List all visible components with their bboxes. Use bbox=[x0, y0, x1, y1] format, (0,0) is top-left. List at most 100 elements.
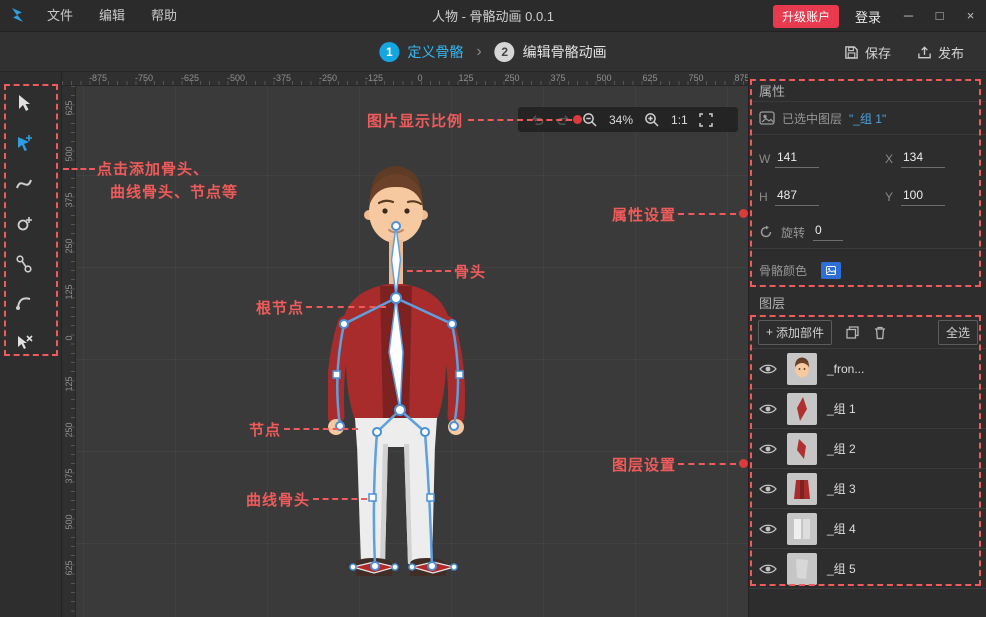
right-hip-node[interactable] bbox=[421, 428, 429, 436]
annotation-dot bbox=[739, 459, 748, 468]
app-window: 文件 编辑 帮助 人物 - 骨骼动画 0.0.1 升级账户 登录 ─ □ × 1… bbox=[0, 0, 986, 617]
layers-title: 图层 bbox=[759, 293, 785, 312]
y-label: Y bbox=[885, 190, 901, 204]
visibility-eye-icon[interactable] bbox=[759, 563, 777, 575]
right-arm-control-point[interactable] bbox=[456, 371, 463, 378]
divider bbox=[749, 248, 986, 249]
layer-name: _组 1 bbox=[827, 400, 856, 417]
menu-help[interactable]: 帮助 bbox=[138, 0, 190, 32]
left-leg-control-point[interactable] bbox=[369, 494, 376, 501]
minimize-button[interactable]: ─ bbox=[893, 0, 924, 32]
layer-row-group5[interactable]: _组 5 bbox=[749, 549, 986, 589]
left-foot-node[interactable] bbox=[371, 562, 379, 570]
annotation-line bbox=[313, 498, 367, 500]
layer-row-front[interactable]: _fron... bbox=[749, 349, 986, 389]
login-button[interactable]: 登录 bbox=[855, 7, 881, 26]
rotate-input[interactable]: 0 bbox=[813, 223, 843, 241]
plus-icon: + bbox=[766, 325, 773, 339]
publish-icon bbox=[917, 45, 932, 60]
add-part-label: 添加部件 bbox=[776, 324, 824, 341]
skeleton-chain-tool[interactable] bbox=[11, 251, 37, 277]
ruler-top-number: -750 bbox=[132, 73, 156, 83]
delete-layer-icon[interactable] bbox=[873, 325, 887, 340]
fit-screen-icon[interactable] bbox=[699, 113, 713, 127]
height-input[interactable]: 487 bbox=[775, 188, 819, 206]
layer-row-group4[interactable]: _组 4 bbox=[749, 509, 986, 549]
right-hand-node[interactable] bbox=[450, 422, 458, 430]
layer-thumbnail bbox=[787, 393, 817, 425]
left-toe-node[interactable] bbox=[350, 564, 356, 570]
save-button[interactable]: 保存 bbox=[844, 43, 891, 62]
annotation-tools-hint-line2: 曲线骨头、节点等 bbox=[110, 181, 238, 202]
step2-circle[interactable]: 2 bbox=[495, 42, 515, 62]
right-leg-control-point[interactable] bbox=[427, 494, 434, 501]
visibility-eye-icon[interactable] bbox=[759, 443, 777, 455]
visibility-eye-icon[interactable] bbox=[759, 403, 777, 415]
titlebar: 文件 编辑 帮助 人物 - 骨骼动画 0.0.1 升级账户 登录 ─ □ × bbox=[0, 0, 986, 32]
ruler-top-number: 125 bbox=[454, 73, 478, 83]
select-tool[interactable] bbox=[11, 90, 37, 116]
zoom-in-icon[interactable] bbox=[644, 112, 660, 128]
layer-thumbnail bbox=[787, 473, 817, 505]
curve-hook-tool[interactable] bbox=[11, 289, 37, 315]
ruler-left-number: 375 bbox=[64, 188, 74, 212]
close-button[interactable]: × bbox=[955, 0, 986, 32]
maximize-button[interactable]: □ bbox=[924, 0, 955, 32]
ruler-left-number: 250 bbox=[64, 234, 74, 258]
zoom-out-icon[interactable] bbox=[582, 112, 598, 128]
visibility-eye-icon[interactable] bbox=[759, 523, 777, 535]
x-input[interactable]: 134 bbox=[901, 150, 945, 168]
head-node[interactable] bbox=[392, 222, 400, 230]
zoom-ratio-button[interactable]: 1:1 bbox=[671, 113, 688, 127]
ruler-left-number: 625 bbox=[64, 96, 74, 120]
right-toe-node[interactable] bbox=[409, 564, 415, 570]
ruler-top-number: -500 bbox=[224, 73, 248, 83]
annotation-line bbox=[284, 428, 358, 430]
position-row: H 487 Y 100 bbox=[759, 180, 977, 214]
left-hip-node[interactable] bbox=[373, 428, 381, 436]
upgrade-account-button[interactable]: 升级账户 bbox=[773, 5, 839, 28]
annotation-line bbox=[678, 213, 736, 215]
duplicate-layer-icon[interactable] bbox=[845, 325, 860, 340]
y-input[interactable]: 100 bbox=[901, 188, 945, 206]
step1-label[interactable]: 定义骨骼 bbox=[407, 42, 463, 62]
character-figure[interactable] bbox=[328, 160, 473, 590]
width-input[interactable]: 141 bbox=[775, 150, 819, 168]
layers-toolbar: + 添加部件 全选 bbox=[749, 318, 986, 346]
hip-node[interactable] bbox=[395, 405, 405, 415]
bone-color-swatch[interactable] bbox=[821, 262, 841, 279]
curve-bone-tool[interactable] bbox=[11, 171, 37, 197]
menu-edit[interactable]: 编辑 bbox=[86, 0, 138, 32]
add-bone-tool[interactable] bbox=[11, 130, 37, 156]
annotation-layers-hint: 图层设置 bbox=[612, 454, 676, 475]
remove-node-tool[interactable] bbox=[11, 330, 37, 356]
right-foot-node[interactable] bbox=[428, 562, 436, 570]
annotation-bone: 骨头 bbox=[454, 261, 486, 282]
add-part-button[interactable]: + 添加部件 bbox=[758, 320, 832, 345]
ruler-top-number: 625 bbox=[638, 73, 662, 83]
layer-row-group2[interactable]: _组 2 bbox=[749, 429, 986, 469]
layer-name: _组 4 bbox=[827, 520, 856, 537]
annotation-tools-hint-line1: 点击添加骨头、 bbox=[97, 158, 209, 179]
root-node[interactable] bbox=[391, 293, 401, 303]
left-arm-control-point[interactable] bbox=[333, 371, 340, 378]
layer-thumbnail bbox=[787, 353, 817, 385]
visibility-eye-icon[interactable] bbox=[759, 483, 777, 495]
right-heel-node[interactable] bbox=[451, 564, 457, 570]
annotation-dot bbox=[573, 115, 582, 124]
select-all-button[interactable]: 全选 bbox=[938, 320, 978, 345]
menu-file[interactable]: 文件 bbox=[34, 0, 86, 32]
publish-button[interactable]: 发布 bbox=[917, 43, 964, 62]
left-heel-node[interactable] bbox=[392, 564, 398, 570]
selected-layer-value[interactable]: "_组 1" bbox=[849, 110, 886, 127]
layer-row-group1[interactable]: _组 1 bbox=[749, 389, 986, 429]
add-node-tool[interactable] bbox=[11, 211, 37, 237]
ruler-left-number: 625 bbox=[64, 556, 74, 580]
ruler-top-number: 0 bbox=[408, 73, 432, 83]
step1-circle[interactable]: 1 bbox=[379, 42, 399, 62]
right-shoulder-node[interactable] bbox=[448, 320, 456, 328]
layer-row-group3[interactable]: _组 3 bbox=[749, 469, 986, 509]
left-shoulder-node[interactable] bbox=[340, 320, 348, 328]
visibility-eye-icon[interactable] bbox=[759, 363, 777, 375]
step2-label[interactable]: 编辑骨骼动画 bbox=[523, 42, 607, 62]
